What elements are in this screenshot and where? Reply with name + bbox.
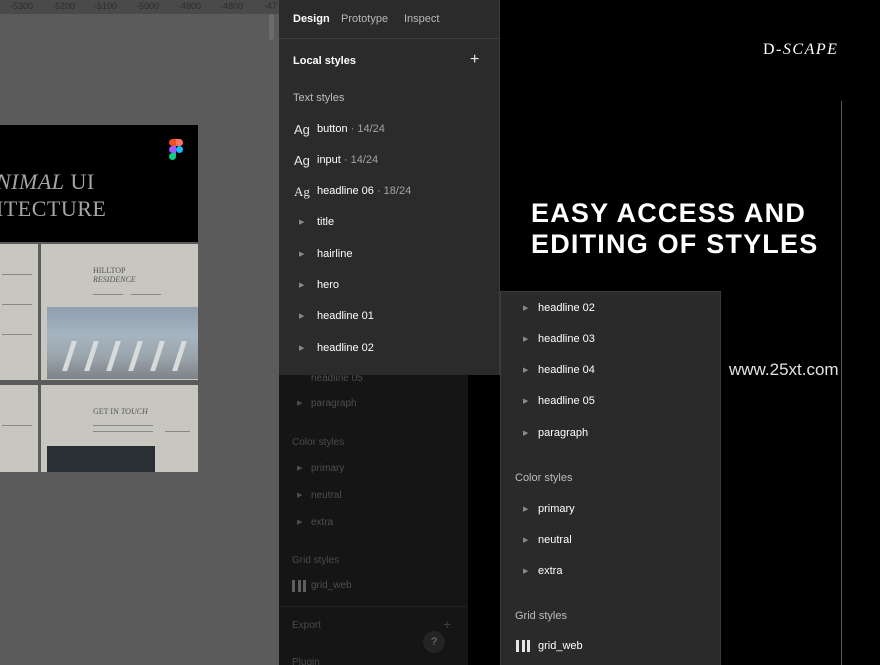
style-group-label: hairline <box>317 248 353 260</box>
caret-right-icon: ▶ <box>523 305 529 312</box>
caret-right-icon: ▶ <box>523 336 529 343</box>
promo-headline-line2: EDITING OF STYLES <box>531 229 819 259</box>
caret-icon: ▶ <box>297 400 303 407</box>
ghost-section-label: Color styles <box>292 437 345 448</box>
style-name: input <box>317 154 341 166</box>
caret-icon: ▶ <box>297 519 303 526</box>
text-style-icon: Ag <box>294 184 310 199</box>
color-group-label: neutral <box>538 534 572 546</box>
panel-tabs: Design Prototype Inspect <box>279 0 500 39</box>
style-group-label: headline 03 <box>538 333 595 345</box>
style-group-label: title <box>317 216 335 228</box>
ghost-color-item: primary <box>311 463 345 474</box>
text-style-icon: Ag <box>294 153 310 168</box>
caret-right-icon: ▶ <box>299 345 305 352</box>
style-meta: · 18/24 <box>373 185 412 197</box>
hero-title-line1: NIMAL UI <box>0 169 95 194</box>
color-group-label: primary <box>538 503 575 515</box>
local-styles-heading: Local styles <box>293 55 356 67</box>
ghost-grid-item: grid_web <box>311 580 352 591</box>
panel-background-continuation: headline 05 ▶ paragraph Color styles ▶ p… <box>279 373 468 665</box>
tab-design[interactable]: Design <box>293 13 330 25</box>
page-thumbnail[interactable] <box>0 244 38 380</box>
caret-icon: ▶ <box>297 492 303 499</box>
style-group-label: headline 01 <box>317 310 374 322</box>
caret-right-icon: ▶ <box>523 430 529 437</box>
ruler-tick: -5200 <box>52 1 76 11</box>
style-group-label: headline 04 <box>538 364 595 376</box>
ruler-tick: -5100 <box>94 1 118 11</box>
brand-logo: D-SCAPE <box>763 41 839 58</box>
style-name: headline 06 <box>317 185 374 197</box>
ruler-tick: -5000 <box>136 1 160 11</box>
building-photo <box>47 307 198 379</box>
page-thumbnail[interactable] <box>0 385 38 472</box>
ruler-tick: -47 <box>264 1 278 11</box>
figma-logo-icon <box>169 139 185 161</box>
caret-right-icon: ▶ <box>523 367 529 374</box>
ghost-color-item: extra <box>311 517 334 528</box>
watermark-text: www.25xt.com <box>729 360 839 379</box>
tab-inspect[interactable]: Inspect <box>404 13 439 25</box>
divider-line <box>841 101 842 665</box>
grid-styles-label: Grid styles <box>515 610 567 622</box>
thumb-contact-title: GET IN TOUCH <box>93 407 148 416</box>
caret-icon: ▶ <box>297 465 303 472</box>
caret-right-icon: ▶ <box>523 506 529 513</box>
caret-right-icon: ▶ <box>523 398 529 405</box>
style-name: button <box>317 123 348 135</box>
ruler-tick: -4900 <box>178 1 202 11</box>
style-meta: · 14/24 <box>340 154 379 166</box>
thumb-title: HILLTOP <box>93 266 126 275</box>
grid-icon <box>292 580 306 592</box>
caret-right-icon: ▶ <box>299 282 305 289</box>
ghost-section-label: Grid styles <box>292 555 340 566</box>
ghost-color-item: neutral <box>311 490 342 501</box>
plus-icon: + <box>443 616 452 632</box>
tab-prototype[interactable]: Prototype <box>341 13 388 25</box>
color-group-label: extra <box>538 565 563 577</box>
promo-headline-line1: EASY ACCESS AND <box>531 198 807 228</box>
caret-right-icon: ▶ <box>299 219 305 226</box>
caret-right-icon: ▶ <box>523 537 529 544</box>
caret-right-icon: ▶ <box>299 251 305 258</box>
style-group-label: headline 02 <box>538 302 595 314</box>
promo-headline: EASY ACCESS AND EDITING OF STYLES <box>531 198 818 260</box>
design-canvas[interactable]: -5300 -5200 -5100 -5000 -4900 -4800 -47 … <box>0 0 280 665</box>
ghost-plugin-label: Plugin <box>292 657 320 665</box>
plus-icon[interactable]: + <box>470 51 479 69</box>
hero-title-line2: ITECTURE <box>0 196 107 221</box>
ghost-style-item: paragraph <box>311 398 357 409</box>
canvas-scrollbar[interactable] <box>269 14 274 40</box>
design-panel: Design Prototype Inspect Local styles + … <box>279 0 500 375</box>
grid-icon <box>516 640 530 652</box>
ghost-export-label: Export <box>292 620 321 631</box>
grid-style-label: grid_web <box>538 640 583 652</box>
style-group-label: hero <box>317 279 340 291</box>
style-meta: · 14/24 <box>347 123 385 135</box>
text-style-icon: Ag <box>294 122 310 137</box>
interior-photo <box>47 446 155 472</box>
style-group-label: headline 02 <box>317 342 374 354</box>
thumb-subtitle: RESIDENCE <box>93 275 136 284</box>
caret-right-icon: ▶ <box>299 313 305 320</box>
ruler-tick: -4800 <box>220 1 244 11</box>
color-styles-label: Color styles <box>515 472 573 484</box>
text-styles-label: Text styles <box>293 92 345 104</box>
style-panel-zoomed: ▶ headline 02 ▶ headline 03 ▶ headline 0… <box>500 291 721 665</box>
caret-right-icon: ▶ <box>523 568 529 575</box>
help-button[interactable]: ? <box>423 631 445 653</box>
style-group-label: paragraph <box>538 427 589 439</box>
style-group-label: headline 05 <box>538 395 595 407</box>
horizontal-ruler: -5300 -5200 -5100 -5000 -4900 -4800 -47 <box>0 0 280 14</box>
ruler-tick: -5300 <box>10 1 34 11</box>
